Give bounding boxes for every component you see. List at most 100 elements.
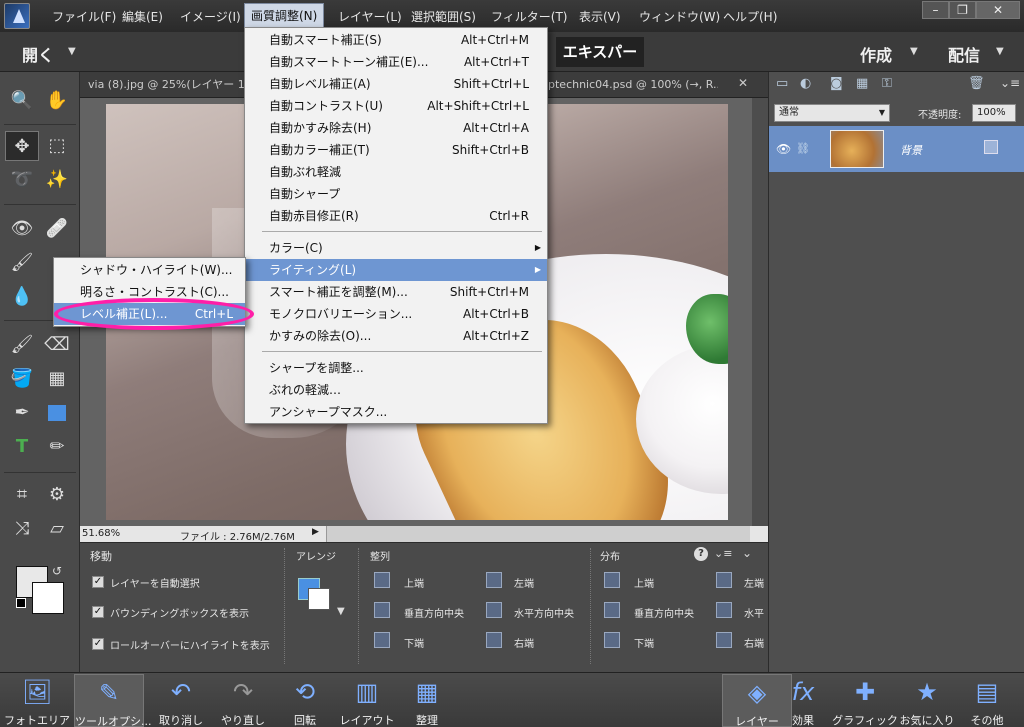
distribute-vcenter-icon[interactable] (604, 602, 620, 618)
menu-edit[interactable]: 編集(E) (116, 0, 169, 32)
collapse-chevron-icon[interactable]: ⌄ (742, 546, 752, 560)
shape-tool-icon[interactable] (40, 398, 74, 428)
healing-brush-tool-icon[interactable]: 🩹 (40, 214, 74, 244)
distribute-left-icon[interactable] (716, 572, 732, 588)
blend-mode-select[interactable]: 通常 ▼ (774, 104, 890, 122)
arrange-chevron-down-icon[interactable]: ▼ (337, 606, 345, 617)
align-top-label[interactable]: 上端 (404, 575, 424, 590)
minimize-button[interactable]: – (922, 1, 949, 19)
gradient-tool-icon[interactable]: ▦ (40, 364, 74, 394)
status-arrow-icon[interactable]: ▶ (312, 527, 319, 537)
marquee-tool-icon[interactable]: ⬚ (40, 131, 74, 161)
options-menu-icon[interactable]: ⌄≡ (714, 547, 732, 560)
align-hcenter-label[interactable]: 水平方向中央 (514, 605, 574, 620)
photo-area-button[interactable]: 🖼 フォトエリア (2, 674, 72, 727)
distribute-vcenter-label[interactable]: 垂直方向中央 (634, 605, 694, 620)
hand-tool-icon[interactable]: ✋ (40, 86, 74, 116)
menu-item-adjust-sharpness[interactable]: シャープを調整... (245, 357, 547, 379)
redo-button[interactable]: ↷ やり直し (208, 674, 278, 727)
share-chevron-down-icon[interactable]: ▼ (996, 46, 1004, 57)
distribute-bottom-label[interactable]: 下端 (634, 635, 654, 650)
create-chevron-down-icon[interactable]: ▼ (910, 46, 918, 57)
menu-item-adjust-smart-fix[interactable]: スマート補正を調整(M)... Shift+Ctrl+M (245, 281, 547, 303)
lock-transparency-icon[interactable]: ▦ (856, 76, 868, 91)
menu-item-auto-haze-removal[interactable]: 自動かすみ除去(H) Alt+Ctrl+A (245, 117, 547, 139)
layer-link-icon[interactable]: ⛓ (796, 142, 810, 155)
distribute-top-label[interactable]: 上端 (634, 575, 654, 590)
vertical-scrollbar[interactable] (752, 98, 768, 526)
menu-image[interactable]: イメージ(I) (174, 0, 247, 32)
distribute-right-icon[interactable] (716, 632, 732, 648)
smart-brush-tool-icon[interactable]: 🖌 (5, 248, 39, 278)
arrange-icon[interactable] (298, 578, 334, 614)
effects-button[interactable]: fx 効果 (768, 674, 838, 727)
lock-layer-icon[interactable]: ⚿ (882, 76, 892, 91)
distribute-right-label[interactable]: 右端 (744, 635, 764, 650)
opacity-input[interactable]: 100% (972, 104, 1016, 122)
panel-menu-icon[interactable]: ⌄≡ (1000, 76, 1020, 90)
align-left-icon[interactable] (486, 572, 502, 588)
menu-file[interactable]: ファイル(F) (46, 0, 122, 32)
menu-item-unsharp-mask[interactable]: アンシャープマスク... (245, 401, 547, 423)
menu-help[interactable]: ヘルプ(H) (717, 0, 783, 32)
share-button[interactable]: 配信 (948, 42, 980, 66)
pencil-tool-icon[interactable]: ✏ (40, 432, 74, 462)
align-top-icon[interactable] (374, 572, 390, 588)
rollover-highlight-checkbox[interactable]: ✓ (92, 638, 104, 650)
horizontal-scrollbar[interactable] (326, 526, 750, 542)
align-bottom-icon[interactable] (374, 632, 390, 648)
rotate-button[interactable]: ⟲ 回転 (270, 674, 340, 727)
tool-options-button[interactable]: ✎ ツールオプシ... (74, 674, 152, 727)
content-aware-move-tool-icon[interactable]: ⤨ (5, 514, 39, 544)
paint-bucket-tool-icon[interactable]: 🪣 (5, 364, 39, 394)
menu-item-auto-levels[interactable]: 自動レベル補正(A) Shift+Ctrl+L (245, 73, 547, 95)
adjustment-layer-icon[interactable]: ◐ (800, 76, 811, 91)
type-tool-icon[interactable]: T (5, 432, 39, 462)
align-vcenter-label[interactable]: 垂直方向中央 (404, 605, 464, 620)
menu-item-shake-reduction[interactable]: ぶれの軽減… (245, 379, 547, 401)
magic-wand-tool-icon[interactable]: ✨ (40, 165, 74, 195)
brush-tool-icon[interactable]: 🖌 (5, 330, 39, 360)
align-bottom-label[interactable]: 下端 (404, 635, 424, 650)
distribute-top-icon[interactable] (604, 572, 620, 588)
menu-item-haze-removal[interactable]: かすみの除去(O)... Alt+Ctrl+Z (245, 325, 547, 347)
align-left-label[interactable]: 左端 (514, 575, 534, 590)
submenu-item-shadows-highlights[interactable]: シャドウ・ハイライト(W)... (54, 259, 245, 281)
create-button[interactable]: 作成 (860, 42, 892, 66)
menu-view[interactable]: 表示(V) (573, 0, 627, 32)
distribute-hcenter-label[interactable]: 水平 (744, 605, 764, 620)
bounding-box-checkbox[interactable]: ✓ (92, 606, 104, 618)
align-vcenter-icon[interactable] (374, 602, 390, 618)
zoom-readout[interactable]: 51.68% (82, 528, 120, 539)
help-icon[interactable]: ? (694, 547, 708, 561)
distribute-hcenter-icon[interactable] (716, 602, 732, 618)
layer-thumbnail[interactable] (830, 130, 884, 168)
layer-lock-icon[interactable] (984, 140, 998, 154)
align-hcenter-icon[interactable] (486, 602, 502, 618)
tab-expert[interactable]: エキスパート (556, 37, 644, 91)
menu-item-auto-contrast[interactable]: 自動コントラスト(U) Alt+Shift+Ctrl+L (245, 95, 547, 117)
distribute-left-label[interactable]: 左端 (744, 575, 764, 590)
undo-button[interactable]: ↶ 取り消し (146, 674, 216, 727)
tab-document-2[interactable]: ptechnic04.psd @ 100% (→, R... (548, 74, 718, 96)
menu-window[interactable]: ウィンドウ(W) (633, 0, 726, 32)
default-colors-icon[interactable] (16, 598, 26, 608)
layer-visibility-eye-icon[interactable]: 👁 (776, 142, 791, 156)
menu-item-auto-smart-fix[interactable]: 自動スマート補正(S) Alt+Ctrl+M (245, 29, 547, 51)
graphics-button[interactable]: ✚ グラフィック (830, 674, 900, 727)
menu-item-auto-shake-reduction[interactable]: 自動ぶれ軽減 (245, 161, 547, 183)
layer-name[interactable]: 背景 (900, 142, 922, 158)
eraser-tool-icon[interactable]: ⌫ (40, 330, 74, 360)
align-right-icon[interactable] (486, 632, 502, 648)
straighten-tool-icon[interactable]: ⏥ (40, 514, 74, 544)
zoom-tool-icon[interactable]: 🔍 (5, 86, 39, 116)
auto-select-layer-checkbox[interactable]: ✓ (92, 576, 104, 588)
recompose-tool-icon[interactable]: ⚙ (40, 480, 74, 510)
maximize-button[interactable]: ❐ (949, 1, 976, 19)
delete-layer-icon[interactable]: 🗑 (968, 76, 985, 91)
close-tab-icon[interactable]: ✕ (738, 76, 748, 90)
background-color-swatch[interactable] (32, 582, 64, 614)
crop-tool-icon[interactable]: ⌗ (5, 480, 39, 510)
move-tool-icon[interactable]: ✥ (5, 131, 39, 161)
menu-item-color[interactable]: カラー(C) ▶ (245, 237, 547, 259)
